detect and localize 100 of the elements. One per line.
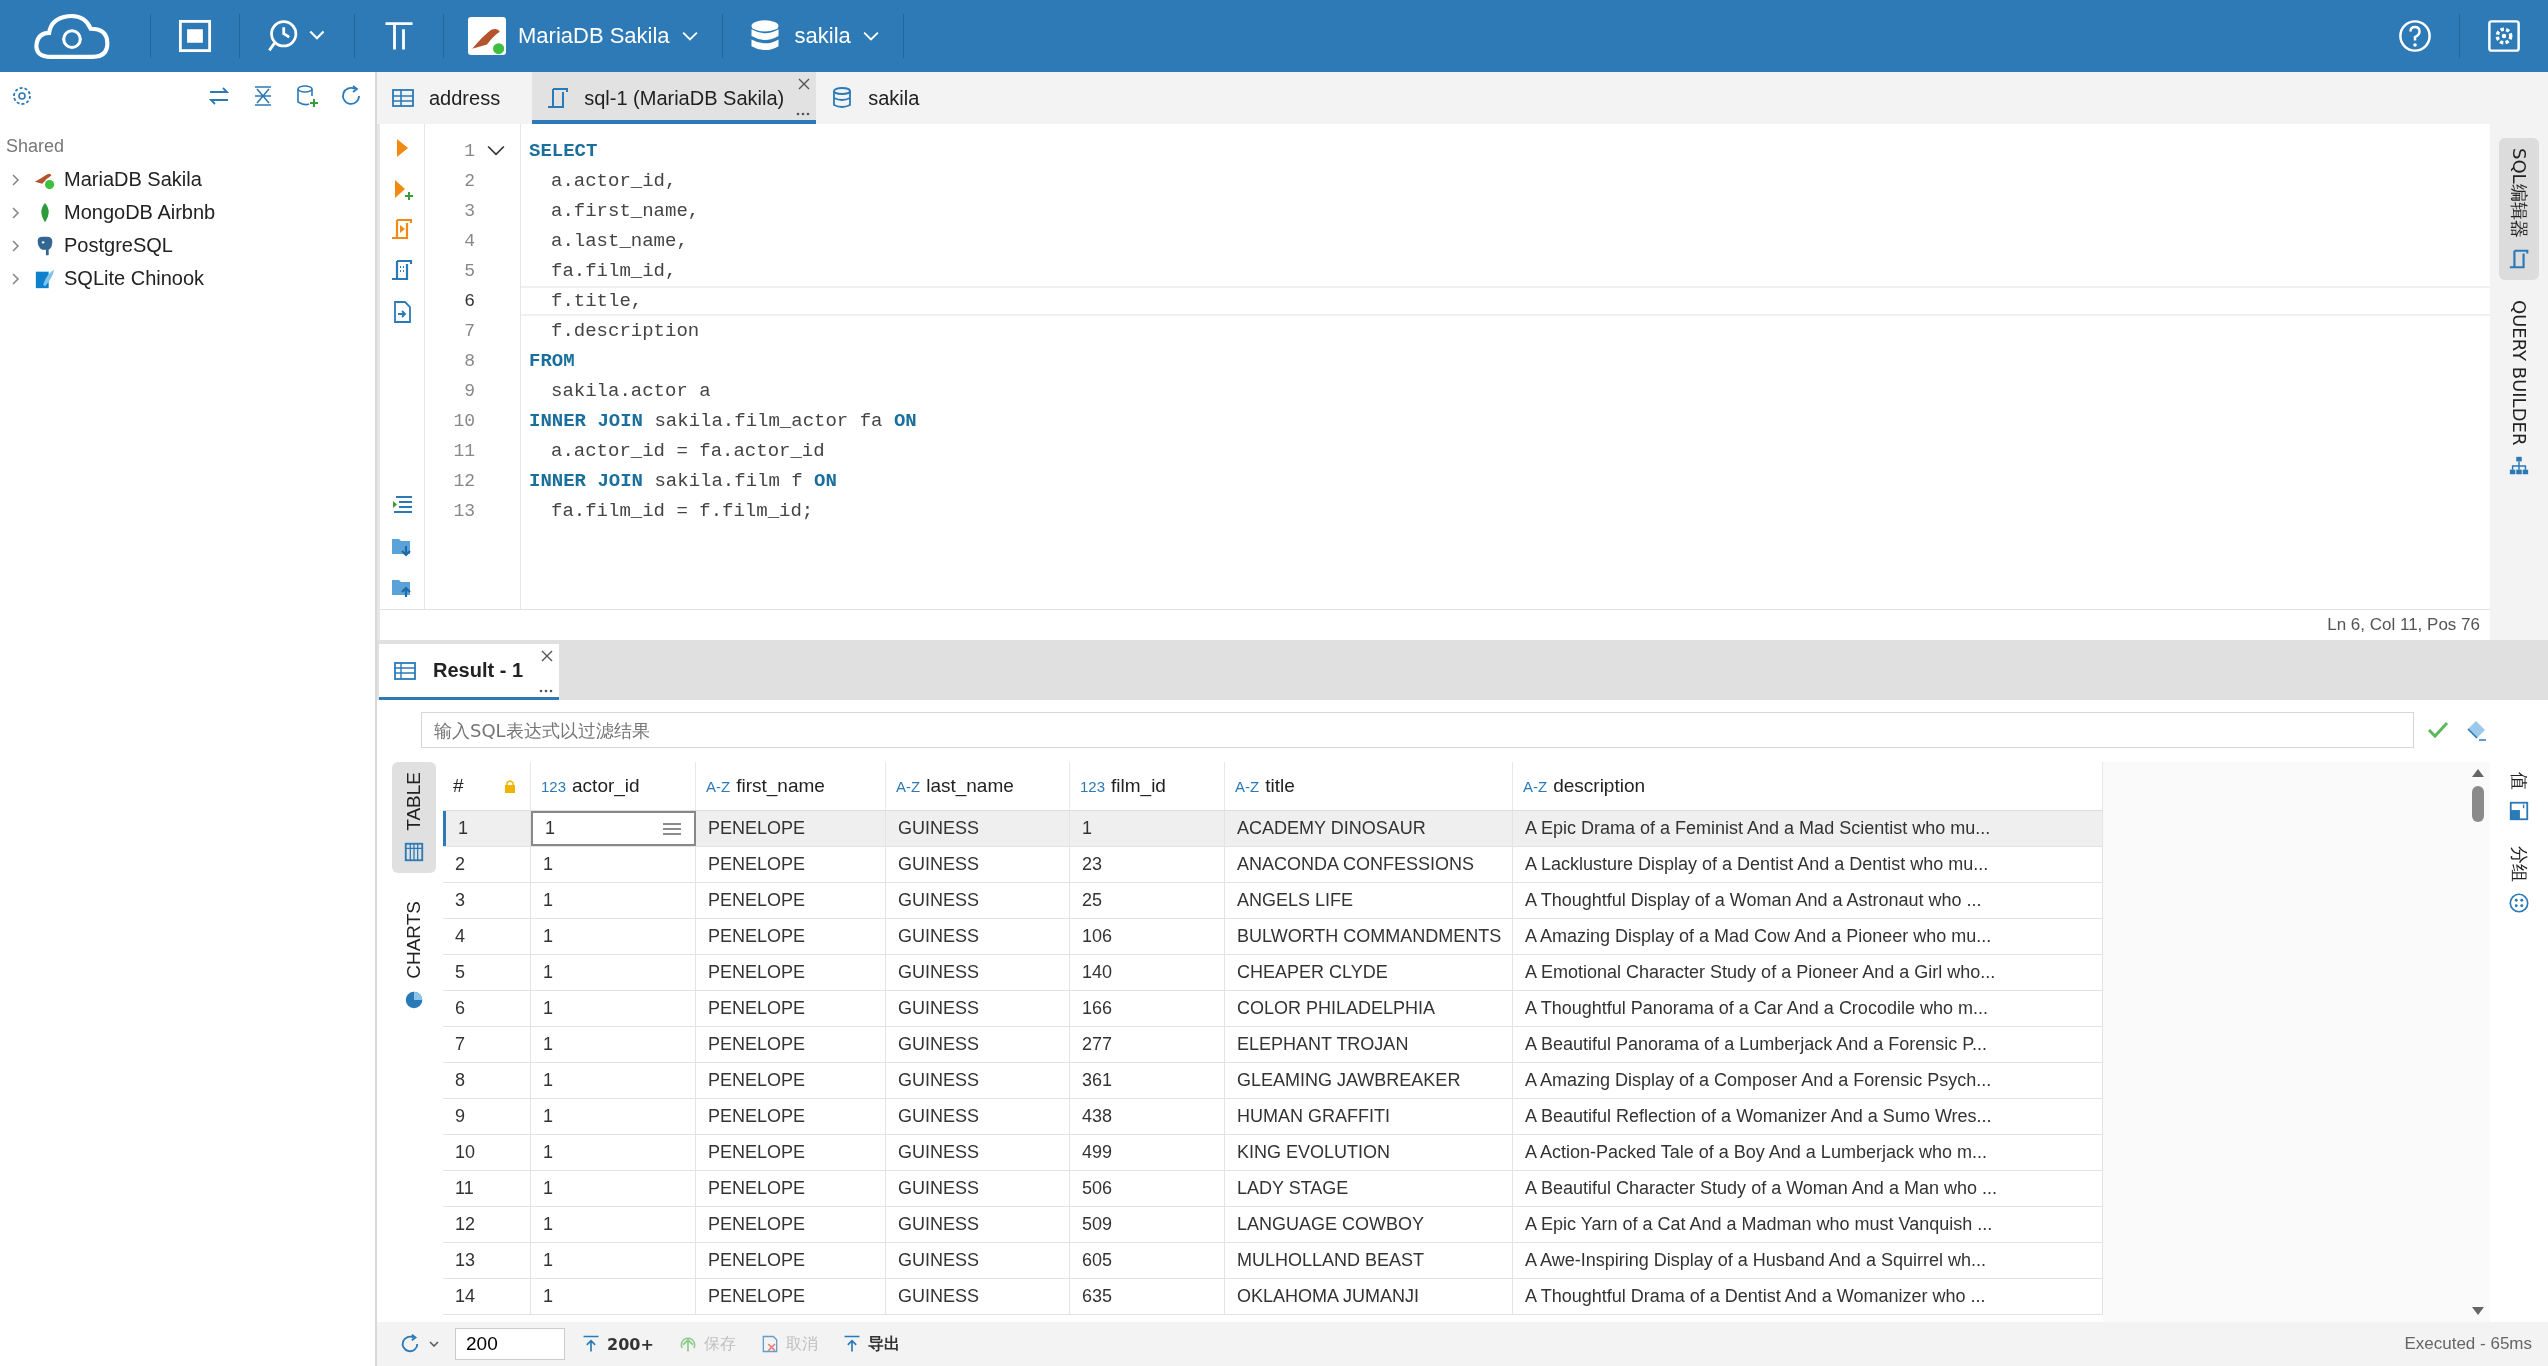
connection-item[interactable]: PostgreSQL bbox=[0, 229, 375, 262]
row-number[interactable]: 11 bbox=[443, 1171, 531, 1206]
scrollbar-thumb[interactable] bbox=[2472, 786, 2484, 822]
row-number[interactable]: 2 bbox=[443, 847, 531, 882]
filter-field[interactable]: 输入SQL表达式以过滤结果 bbox=[421, 712, 2414, 748]
run-script-icon[interactable] bbox=[390, 218, 414, 242]
row-number[interactable]: 13 bbox=[443, 1243, 531, 1278]
connection-selector[interactable]: MariaDB Sakila bbox=[458, 17, 708, 55]
table-cell: PENELOPE bbox=[696, 919, 886, 954]
table-cell: ANACONDA CONFESSIONS bbox=[1225, 847, 1513, 882]
explain-plan-icon[interactable] bbox=[390, 259, 414, 283]
table-cell: 361 bbox=[1070, 1063, 1225, 1098]
connection-item[interactable]: MongoDB Airbnb bbox=[0, 196, 375, 229]
connection-item[interactable]: SQLite Chinook bbox=[0, 262, 375, 295]
row-number[interactable]: 4 bbox=[443, 919, 531, 954]
sql-editor-icon[interactable] bbox=[177, 18, 213, 54]
connection-item[interactable]: MariaDB Sakila bbox=[0, 163, 375, 196]
script-icon bbox=[2508, 247, 2530, 270]
table-cell: GUINESS bbox=[886, 1099, 1070, 1134]
menu-icon[interactable] bbox=[662, 822, 682, 835]
execution-status: Executed - 65ms bbox=[2404, 1334, 2532, 1354]
column-header[interactable]: A-Z first_name bbox=[696, 762, 886, 810]
column-header[interactable]: A-Z description bbox=[1513, 762, 2103, 810]
row-number[interactable]: 8 bbox=[443, 1063, 531, 1098]
group-icon bbox=[2508, 892, 2530, 914]
row-number[interactable]: 12 bbox=[443, 1207, 531, 1242]
panel-tab[interactable]: 分组 bbox=[2507, 846, 2531, 914]
expand-caret-icon[interactable] bbox=[10, 238, 20, 253]
caret-icon[interactable] bbox=[429, 1341, 439, 1347]
table-cell: A Beautiful Reflection of a Womanizer And a Sumo Wres... bbox=[1513, 1099, 2103, 1134]
code-line: a.actor_id, bbox=[550, 170, 677, 192]
fold-caret-icon[interactable] bbox=[487, 145, 505, 157]
refresh-icon[interactable] bbox=[339, 84, 363, 108]
table-cell: ACADEMY DINOSAUR bbox=[1225, 811, 1513, 846]
table-cell: 25 bbox=[1070, 883, 1225, 918]
table-cell: A Thoughtful Display of a Woman And a Astronaut who ... bbox=[1513, 883, 2103, 918]
limit-field[interactable]: 200 bbox=[455, 1328, 565, 1360]
row-number[interactable]: 9 bbox=[443, 1099, 531, 1134]
table-cell: GUINESS bbox=[886, 847, 1070, 882]
table-cell: 1 bbox=[531, 919, 696, 954]
expand-caret-icon[interactable] bbox=[10, 205, 20, 220]
table-cell: 1 bbox=[531, 1243, 696, 1278]
view-tab[interactable]: TABLE bbox=[392, 762, 436, 873]
line-number: 11 bbox=[452, 441, 475, 461]
panel-tab[interactable]: 值 bbox=[2507, 772, 2531, 822]
row-number[interactable]: 6 bbox=[443, 991, 531, 1026]
more-icon[interactable] bbox=[796, 112, 811, 116]
result-tab[interactable]: Result - 1 bbox=[379, 644, 560, 700]
connection-name: SQLite Chinook bbox=[64, 267, 205, 290]
table-cell: 509 bbox=[1070, 1207, 1225, 1242]
help-icon[interactable] bbox=[2397, 18, 2433, 54]
table-cell: GLEAMING JAWBREAKER bbox=[1225, 1063, 1513, 1098]
close-icon[interactable] bbox=[798, 78, 811, 90]
table-cell: PENELOPE bbox=[696, 955, 886, 990]
settings-icon[interactable] bbox=[2486, 18, 2522, 54]
eraser-icon[interactable] bbox=[2464, 718, 2488, 742]
script-icon bbox=[546, 86, 571, 110]
row-number[interactable]: 3 bbox=[443, 883, 531, 918]
table-cell: A Epic Drama of a Feminist And a Mad Scientist who mu... bbox=[1513, 811, 2103, 846]
column-header[interactable]: A-Z title bbox=[1225, 762, 1513, 810]
view-tab[interactable]: CHARTS bbox=[392, 890, 436, 1021]
table-cell: 635 bbox=[1070, 1279, 1225, 1314]
more-icon[interactable] bbox=[539, 689, 554, 693]
settings-icon[interactable] bbox=[10, 84, 34, 108]
row-number[interactable]: 5 bbox=[443, 955, 531, 990]
scroll-up-icon[interactable] bbox=[2471, 768, 2485, 778]
row-number[interactable]: 10 bbox=[443, 1135, 531, 1170]
add-database-icon[interactable] bbox=[295, 84, 319, 108]
column-header[interactable]: 123 actor_id bbox=[531, 762, 696, 810]
expand-caret-icon[interactable] bbox=[10, 172, 20, 187]
table-cell: A Beautiful Panorama of a Lumberjack And a Forensic P... bbox=[1513, 1027, 2103, 1062]
table-cell: PENELOPE bbox=[696, 883, 886, 918]
row-number[interactable]: 7 bbox=[443, 1027, 531, 1062]
editor-tab[interactable]: sql-1 (MariaDB Sakila) bbox=[532, 72, 817, 124]
line-number: 3 bbox=[463, 201, 475, 221]
column-header[interactable]: 123 film_id bbox=[1070, 762, 1225, 810]
side-tab[interactable]: SQL编辑器 bbox=[2499, 138, 2539, 280]
line-number: 8 bbox=[463, 351, 475, 371]
table-cell: LANGUAGE COWBOY bbox=[1225, 1207, 1513, 1242]
line-number: 1 bbox=[463, 141, 475, 161]
database-selector[interactable]: sakila bbox=[736, 18, 889, 54]
editor-tab[interactable]: address bbox=[377, 72, 533, 124]
line-number: 7 bbox=[463, 321, 475, 341]
table-cell: GUINESS bbox=[886, 811, 1070, 846]
footer-action-button[interactable]: 导出 bbox=[833, 1333, 908, 1355]
column-header[interactable]: # bbox=[453, 775, 464, 797]
table-cell: 1 bbox=[531, 1279, 696, 1314]
table-cell: A Emotional Character Study of a Pioneer And a Girl who... bbox=[1513, 955, 2103, 990]
close-icon[interactable] bbox=[541, 650, 554, 662]
row-number[interactable]: 14 bbox=[443, 1279, 531, 1314]
editor-tab[interactable]: sakila bbox=[816, 72, 952, 124]
line-number: 13 bbox=[452, 501, 475, 521]
refresh-icon[interactable] bbox=[399, 1333, 421, 1355]
table-cell: PENELOPE bbox=[696, 811, 886, 846]
table-cell: 605 bbox=[1070, 1243, 1225, 1278]
column-header[interactable]: A-Z last_name bbox=[886, 762, 1070, 810]
scroll-down-icon[interactable] bbox=[2471, 1306, 2485, 1316]
side-tab[interactable]: QUERY BUILDER bbox=[2499, 289, 2539, 487]
fetch-more-button[interactable]: 200+ bbox=[573, 1334, 662, 1354]
expand-caret-icon[interactable] bbox=[10, 271, 20, 286]
